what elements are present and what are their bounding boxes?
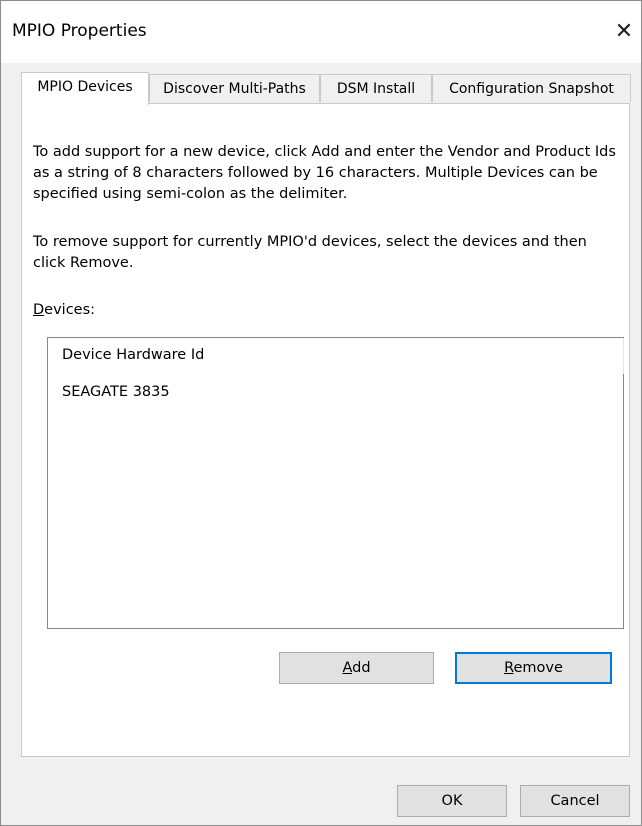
tab-strip: MPIO Devices Discover Multi-Paths DSM In… xyxy=(21,72,631,105)
tab-dsm-install[interactable]: DSM Install xyxy=(320,74,432,102)
devices-label-text: evices: xyxy=(44,302,96,318)
remove-instructions: To remove support for currently MPIO'd d… xyxy=(33,234,587,271)
cancel-button[interactable]: Cancel xyxy=(520,785,630,817)
remove-button-label: emove xyxy=(513,660,563,676)
list-item[interactable]: SEAGATE 3835 xyxy=(62,384,170,400)
devices-label: Devices: xyxy=(33,302,95,318)
add-instructions: To add support for a new device, click A… xyxy=(33,144,616,202)
add-button[interactable]: Add xyxy=(279,652,434,684)
mpio-devices-panel: To add support for a new device, click A… xyxy=(21,103,630,757)
mpio-properties-dialog: MPIO Properties ✕ MPIO Devices Discover … xyxy=(0,0,642,826)
devices-list[interactable]: Device Hardware Id SEAGATE 3835 xyxy=(47,337,624,629)
tab-mpio-devices[interactable]: MPIO Devices xyxy=(21,72,149,105)
remove-button[interactable]: Remove xyxy=(455,652,612,684)
list-column-header[interactable]: Device Hardware Id xyxy=(48,338,624,374)
devices-label-mnemonic: D xyxy=(33,302,45,318)
ok-button[interactable]: OK xyxy=(397,785,507,817)
title-bar[interactable]: MPIO Properties ✕ xyxy=(1,1,641,63)
close-icon[interactable]: ✕ xyxy=(609,17,639,47)
tab-discover-multi-paths[interactable]: Discover Multi-Paths xyxy=(149,74,320,102)
tab-configuration-snapshot[interactable]: Configuration Snapshot xyxy=(432,74,631,102)
add-button-label: dd xyxy=(352,660,371,676)
add-button-mnemonic: A xyxy=(342,660,353,676)
window-title: MPIO Properties xyxy=(12,21,147,41)
remove-button-mnemonic: R xyxy=(504,660,514,676)
column-header-hardware-id: Device Hardware Id xyxy=(62,347,205,363)
